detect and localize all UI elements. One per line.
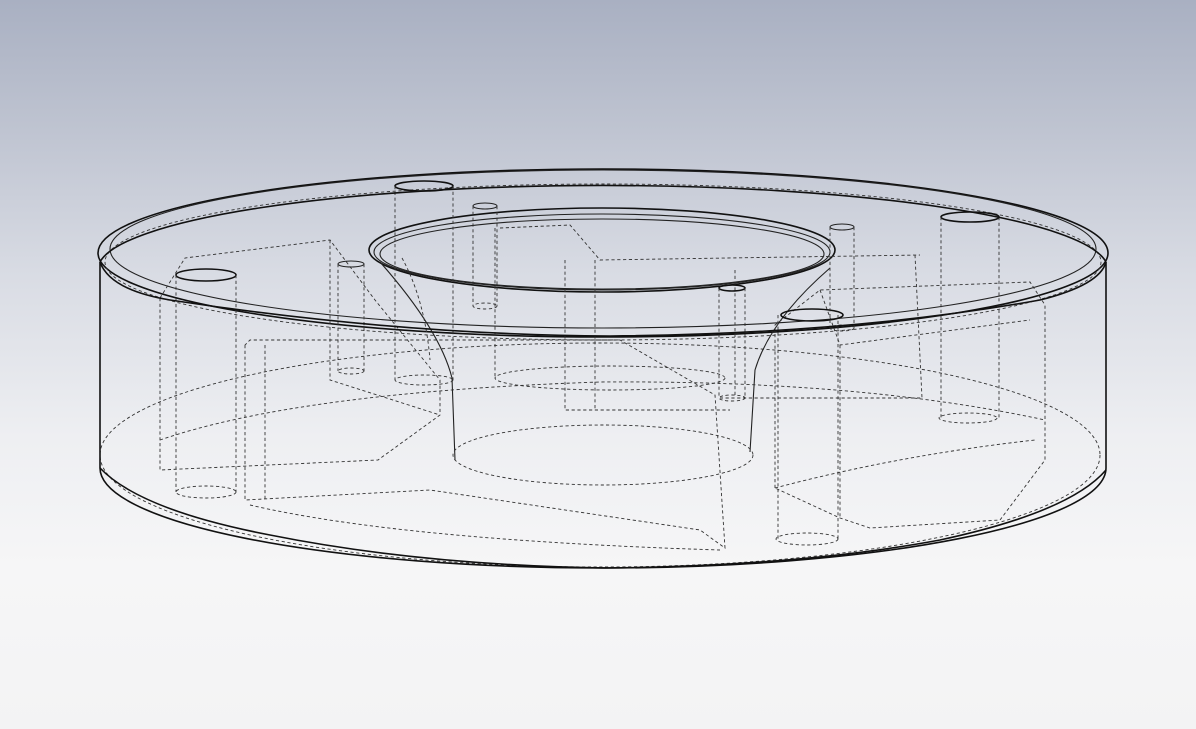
- top-face[interactable]: [97, 168, 1109, 341]
- hole-front-left[interactable]: [175, 268, 237, 499]
- disk-body[interactable]: [99, 262, 1107, 569]
- hole-back-right[interactable]: [938, 211, 1000, 424]
- part-model[interactable]: [0, 0, 1196, 729]
- pin-hole-3[interactable]: [829, 223, 855, 332]
- bottom-face-hidden: [99, 342, 1101, 568]
- graphics-viewport[interactable]: [0, 0, 1196, 729]
- hole-front-right[interactable]: [775, 308, 844, 546]
- internal-pockets-hidden: [159, 224, 1046, 551]
- central-bore[interactable]: [368, 207, 836, 486]
